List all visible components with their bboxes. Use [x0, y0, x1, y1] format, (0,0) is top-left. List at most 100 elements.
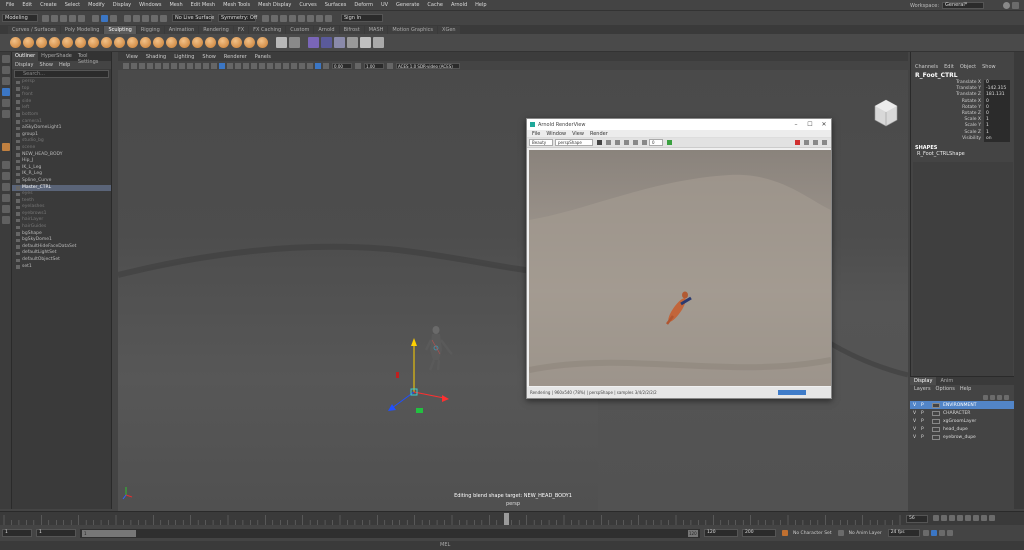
renderview-menu-render[interactable]: Render	[590, 131, 608, 137]
textured-icon[interactable]	[235, 62, 241, 69]
last-tool-icon[interactable]	[2, 143, 10, 151]
menu-create[interactable]: Create	[40, 2, 57, 8]
color-management-icon[interactable]	[387, 62, 393, 69]
shelf-tab-arnold[interactable]: Arnold	[314, 26, 339, 34]
layer-color-swatch[interactable]	[932, 410, 940, 416]
channels-object-menu[interactable]: Object	[960, 64, 976, 70]
outliner-item[interactable]: left	[12, 105, 111, 112]
shelf-tab-custom[interactable]: Custom	[286, 26, 314, 34]
rotate-tool-icon[interactable]	[2, 99, 10, 107]
channel-attribute-row[interactable]: Visibility on	[911, 135, 1014, 142]
layers-menu[interactable]: Layers	[914, 386, 931, 392]
save-scene-icon[interactable]	[60, 14, 67, 22]
render-frame-icon[interactable]	[271, 14, 278, 22]
menu-mesh-display[interactable]: Mesh Display	[258, 2, 291, 8]
attribute-value-field[interactable]: on	[984, 135, 1010, 142]
snap-grid-icon[interactable]	[124, 14, 131, 22]
outliner-item[interactable]: aiSkyDomeLight1	[12, 125, 111, 132]
repeat-brush-icon[interactable]	[114, 37, 125, 48]
region-icon[interactable]	[606, 140, 611, 145]
menu-curves[interactable]: Curves	[299, 2, 316, 8]
renderview-menu-view[interactable]: View	[572, 131, 584, 137]
outliner-item[interactable]: studio_bg	[12, 138, 111, 145]
command-line[interactable]: MEL	[0, 541, 1024, 550]
outliner-item[interactable]: set1	[12, 264, 111, 271]
menu-surfaces[interactable]: Surfaces	[325, 2, 347, 8]
snap-curve-icon[interactable]	[133, 14, 140, 22]
shelf-tab-mash[interactable]: MASH	[364, 26, 388, 34]
new-layer-icon[interactable]	[997, 394, 1002, 400]
shelf-tab-rendering[interactable]: Rendering	[199, 26, 233, 34]
pinch-brush-icon[interactable]	[62, 37, 73, 48]
menu-uv[interactable]: UV	[381, 2, 388, 8]
bookmark-icon[interactable]	[139, 62, 145, 69]
viewport-menu-show[interactable]: Show	[202, 54, 216, 60]
selected-object-name[interactable]: R_Foot_CTRL	[911, 71, 1014, 80]
wax-brush-icon[interactable]	[140, 37, 151, 48]
snapshot-icon[interactable]	[624, 140, 629, 145]
ipr-render-icon[interactable]	[280, 14, 287, 22]
menu-arnold[interactable]: Arnold	[451, 2, 467, 8]
layer-playback-toggle[interactable]: P	[921, 419, 929, 424]
render-settings-icon[interactable]	[289, 14, 296, 22]
smooth-brush-icon[interactable]	[23, 37, 34, 48]
channels-menu[interactable]: Channels	[915, 64, 938, 70]
playback-start-field[interactable]: 1	[36, 529, 76, 537]
layout-icon[interactable]	[2, 194, 10, 202]
symmetry-dropdown[interactable]: Symmetry: Off	[218, 14, 257, 22]
menu-windows[interactable]: Windows	[139, 2, 161, 8]
renderview-titlebar[interactable]: Arnold RenderView – ☐ ✕	[527, 119, 831, 130]
time-slider[interactable]: 56	[0, 511, 1024, 525]
shelf-tab-xgen[interactable]: XGen	[438, 26, 460, 34]
tab-hypershade[interactable]: HyperShade	[38, 52, 75, 61]
layers-help-menu[interactable]: Help	[960, 386, 971, 392]
depth-of-field-icon[interactable]	[283, 62, 289, 69]
isolate-select-icon[interactable]	[291, 62, 297, 69]
sign-in-dropdown[interactable]: Sign In	[341, 14, 383, 22]
render-settings-icon[interactable]	[813, 140, 818, 145]
hypershade-icon[interactable]	[298, 14, 305, 22]
layer-visibility-toggle[interactable]: V	[913, 411, 921, 416]
anti-alias-icon[interactable]	[275, 62, 281, 69]
outliner-menu-show[interactable]: Show	[39, 62, 53, 68]
character-set-label[interactable]: No Character Set	[793, 531, 832, 536]
sound-icon[interactable]	[938, 530, 945, 536]
scale-tool-icon[interactable]	[2, 110, 10, 118]
renderview-menu-file[interactable]: File	[532, 131, 540, 137]
channels-show-menu[interactable]: Show	[982, 64, 996, 70]
layer-color-swatch[interactable]	[932, 402, 940, 408]
step-back-icon[interactable]	[949, 515, 955, 521]
ambient-occlusion-icon[interactable]	[259, 62, 265, 69]
outliner-search-input[interactable]: Search...	[14, 70, 109, 78]
debug-icon[interactable]	[804, 140, 809, 145]
xray-icon[interactable]	[299, 62, 305, 69]
layer-color-swatch[interactable]	[932, 434, 940, 440]
amplify-brush-icon[interactable]	[218, 37, 229, 48]
range-slider[interactable]: 1 120	[80, 528, 700, 538]
crop-icon[interactable]	[615, 140, 620, 145]
select-tool-icon[interactable]	[2, 55, 10, 63]
step-forward-icon[interactable]	[973, 515, 979, 521]
retopo-icon[interactable]	[373, 37, 384, 48]
symmetry-icon[interactable]	[347, 37, 358, 48]
shelf-tab-fx-caching[interactable]: FX Caching	[249, 26, 286, 34]
step-forward-key-icon[interactable]	[981, 515, 987, 521]
xray-joints-icon[interactable]	[307, 62, 313, 69]
gear-icon[interactable]	[1003, 2, 1010, 9]
camera-select-icon[interactable]	[123, 62, 129, 69]
viewport-menu-renderer[interactable]: Renderer	[224, 54, 247, 60]
shadows-icon[interactable]	[251, 62, 257, 69]
menu-edit[interactable]: Edit	[22, 2, 32, 8]
near-clip-field[interactable]: 0.00	[332, 62, 352, 69]
outliner-item[interactable]: scene	[12, 145, 111, 152]
shelf-tab-sculpting[interactable]: Sculpting	[104, 26, 136, 34]
display-layer-row[interactable]: V P CHARACTER	[910, 409, 1014, 417]
layer-visibility-toggle[interactable]: V	[913, 403, 921, 408]
menu-select[interactable]: Select	[65, 2, 80, 8]
select-object-icon[interactable]	[101, 14, 108, 22]
render-start-icon[interactable]	[597, 140, 602, 145]
playback-end-field[interactable]: 120	[704, 529, 738, 537]
layer-playback-toggle[interactable]: P	[921, 411, 929, 416]
exposure-icon[interactable]	[323, 62, 329, 69]
lock-icon[interactable]	[1012, 2, 1019, 9]
